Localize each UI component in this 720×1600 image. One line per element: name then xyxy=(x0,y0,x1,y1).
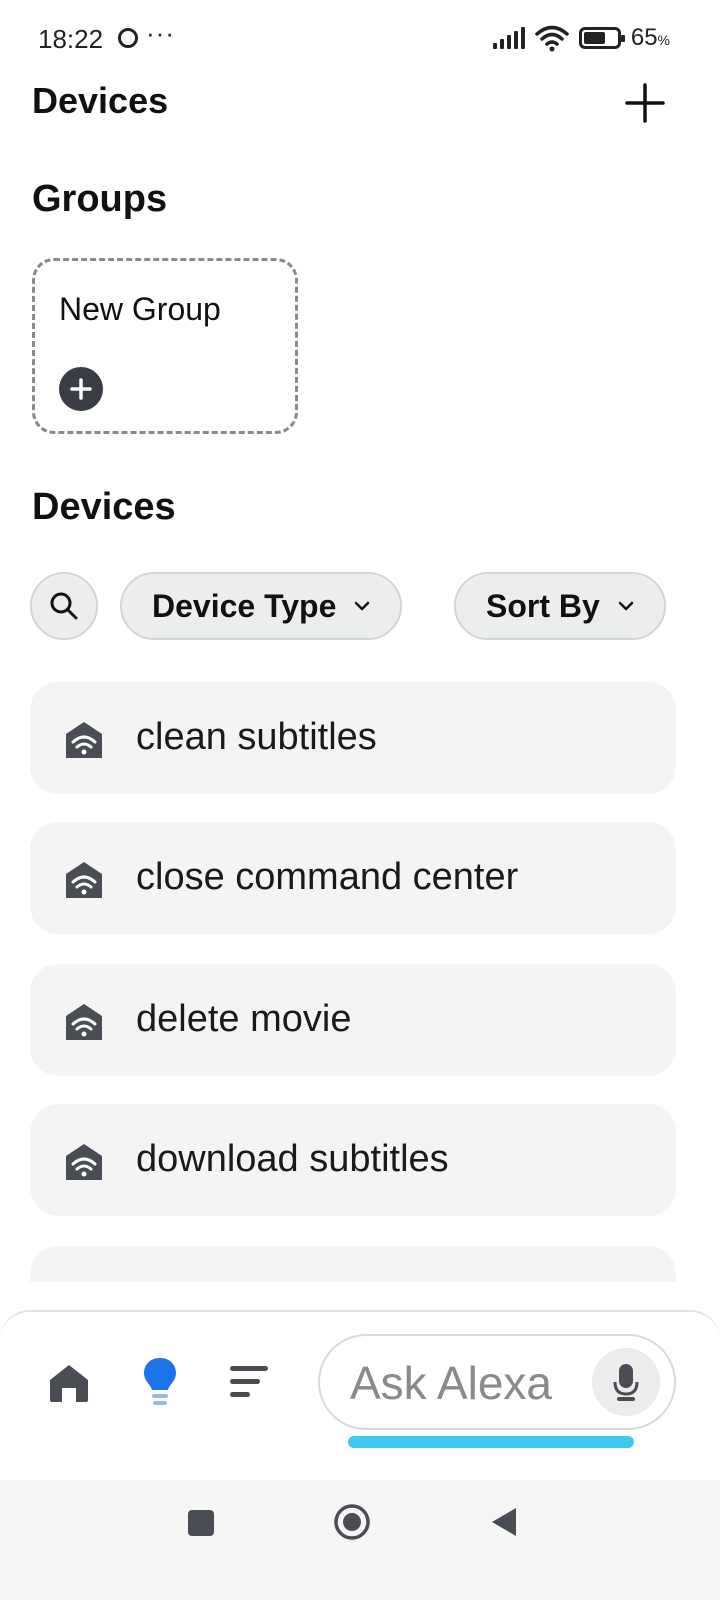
page-title: Devices xyxy=(32,80,169,121)
battery-icon xyxy=(578,27,625,49)
status-time: 18:22 xyxy=(38,24,104,54)
device-name: clean subtitles xyxy=(136,716,377,758)
smart-home-wifi-icon xyxy=(66,1144,102,1180)
nav-more-button[interactable] xyxy=(228,1362,272,1402)
nav-devices-button[interactable] xyxy=(140,1356,180,1408)
new-group-label: New Group xyxy=(59,291,221,327)
add-device-button[interactable] xyxy=(620,78,670,128)
device-list-item[interactable]: clean subtitles xyxy=(30,682,676,794)
back-triangle-icon xyxy=(492,1508,516,1536)
chevron-down-icon xyxy=(618,601,634,611)
ask-alexa-input[interactable]: Ask Alexa xyxy=(318,1334,676,1430)
device-list-item[interactable]: close command center xyxy=(30,822,676,934)
status-more-indicator: ··· xyxy=(146,18,175,48)
alexa-accent-bar xyxy=(348,1436,634,1448)
devices-section-title: Devices xyxy=(32,486,176,528)
device-type-filter[interactable]: Device Type xyxy=(120,572,403,640)
battery-level xyxy=(583,32,605,44)
new-group-card[interactable]: New Group xyxy=(32,258,298,434)
sort-by-filter-label: Sort By xyxy=(486,587,600,624)
smart-home-wifi-icon xyxy=(66,862,102,898)
device-name: delete movie xyxy=(136,998,352,1040)
microphone-icon xyxy=(613,1364,639,1401)
back-button[interactable] xyxy=(488,1504,520,1540)
cell-signal-icon xyxy=(492,27,525,49)
recent-apps-button[interactable] xyxy=(186,1508,216,1538)
status-icons: 65% xyxy=(492,22,670,54)
mic-button[interactable] xyxy=(592,1348,660,1416)
device-name: close command center xyxy=(136,856,519,898)
device-name: download subtitles xyxy=(136,1138,449,1180)
plus-circle-icon xyxy=(59,367,103,411)
sort-by-filter[interactable]: Sort By xyxy=(454,572,666,640)
sync-status-icon xyxy=(118,28,138,48)
groups-section-title: Groups xyxy=(32,178,168,220)
plus-icon xyxy=(625,83,665,123)
lightbulb-icon xyxy=(144,1358,176,1405)
system-nav-bar xyxy=(0,1480,720,1600)
chevron-down-icon xyxy=(355,601,370,611)
device-list-item[interactable]: delete movie xyxy=(30,964,676,1076)
search-icon xyxy=(50,592,78,620)
smart-home-wifi-icon xyxy=(66,722,102,758)
device-list-item-partial[interactable] xyxy=(30,1246,676,1282)
nav-home-button[interactable] xyxy=(46,1360,92,1406)
device-type-filter-label: Device Type xyxy=(152,587,337,624)
wifi-icon xyxy=(535,25,569,52)
ask-alexa-placeholder: Ask Alexa xyxy=(350,1357,552,1409)
circle-home-icon xyxy=(334,1504,370,1540)
home-icon xyxy=(50,1365,88,1402)
status-bar: 18:22 ··· 65% xyxy=(0,0,720,78)
home-system-button[interactable] xyxy=(332,1502,372,1542)
battery-percent: 65% xyxy=(630,24,670,51)
menu-lines-icon xyxy=(230,1366,268,1397)
device-list-item[interactable]: download subtitles xyxy=(30,1104,676,1216)
bottom-nav: Ask Alexa xyxy=(0,1310,720,1480)
smart-home-wifi-icon xyxy=(66,1004,102,1040)
filter-row: Device Type Sort By xyxy=(30,572,678,642)
square-icon xyxy=(188,1510,214,1536)
search-button[interactable] xyxy=(30,572,98,640)
